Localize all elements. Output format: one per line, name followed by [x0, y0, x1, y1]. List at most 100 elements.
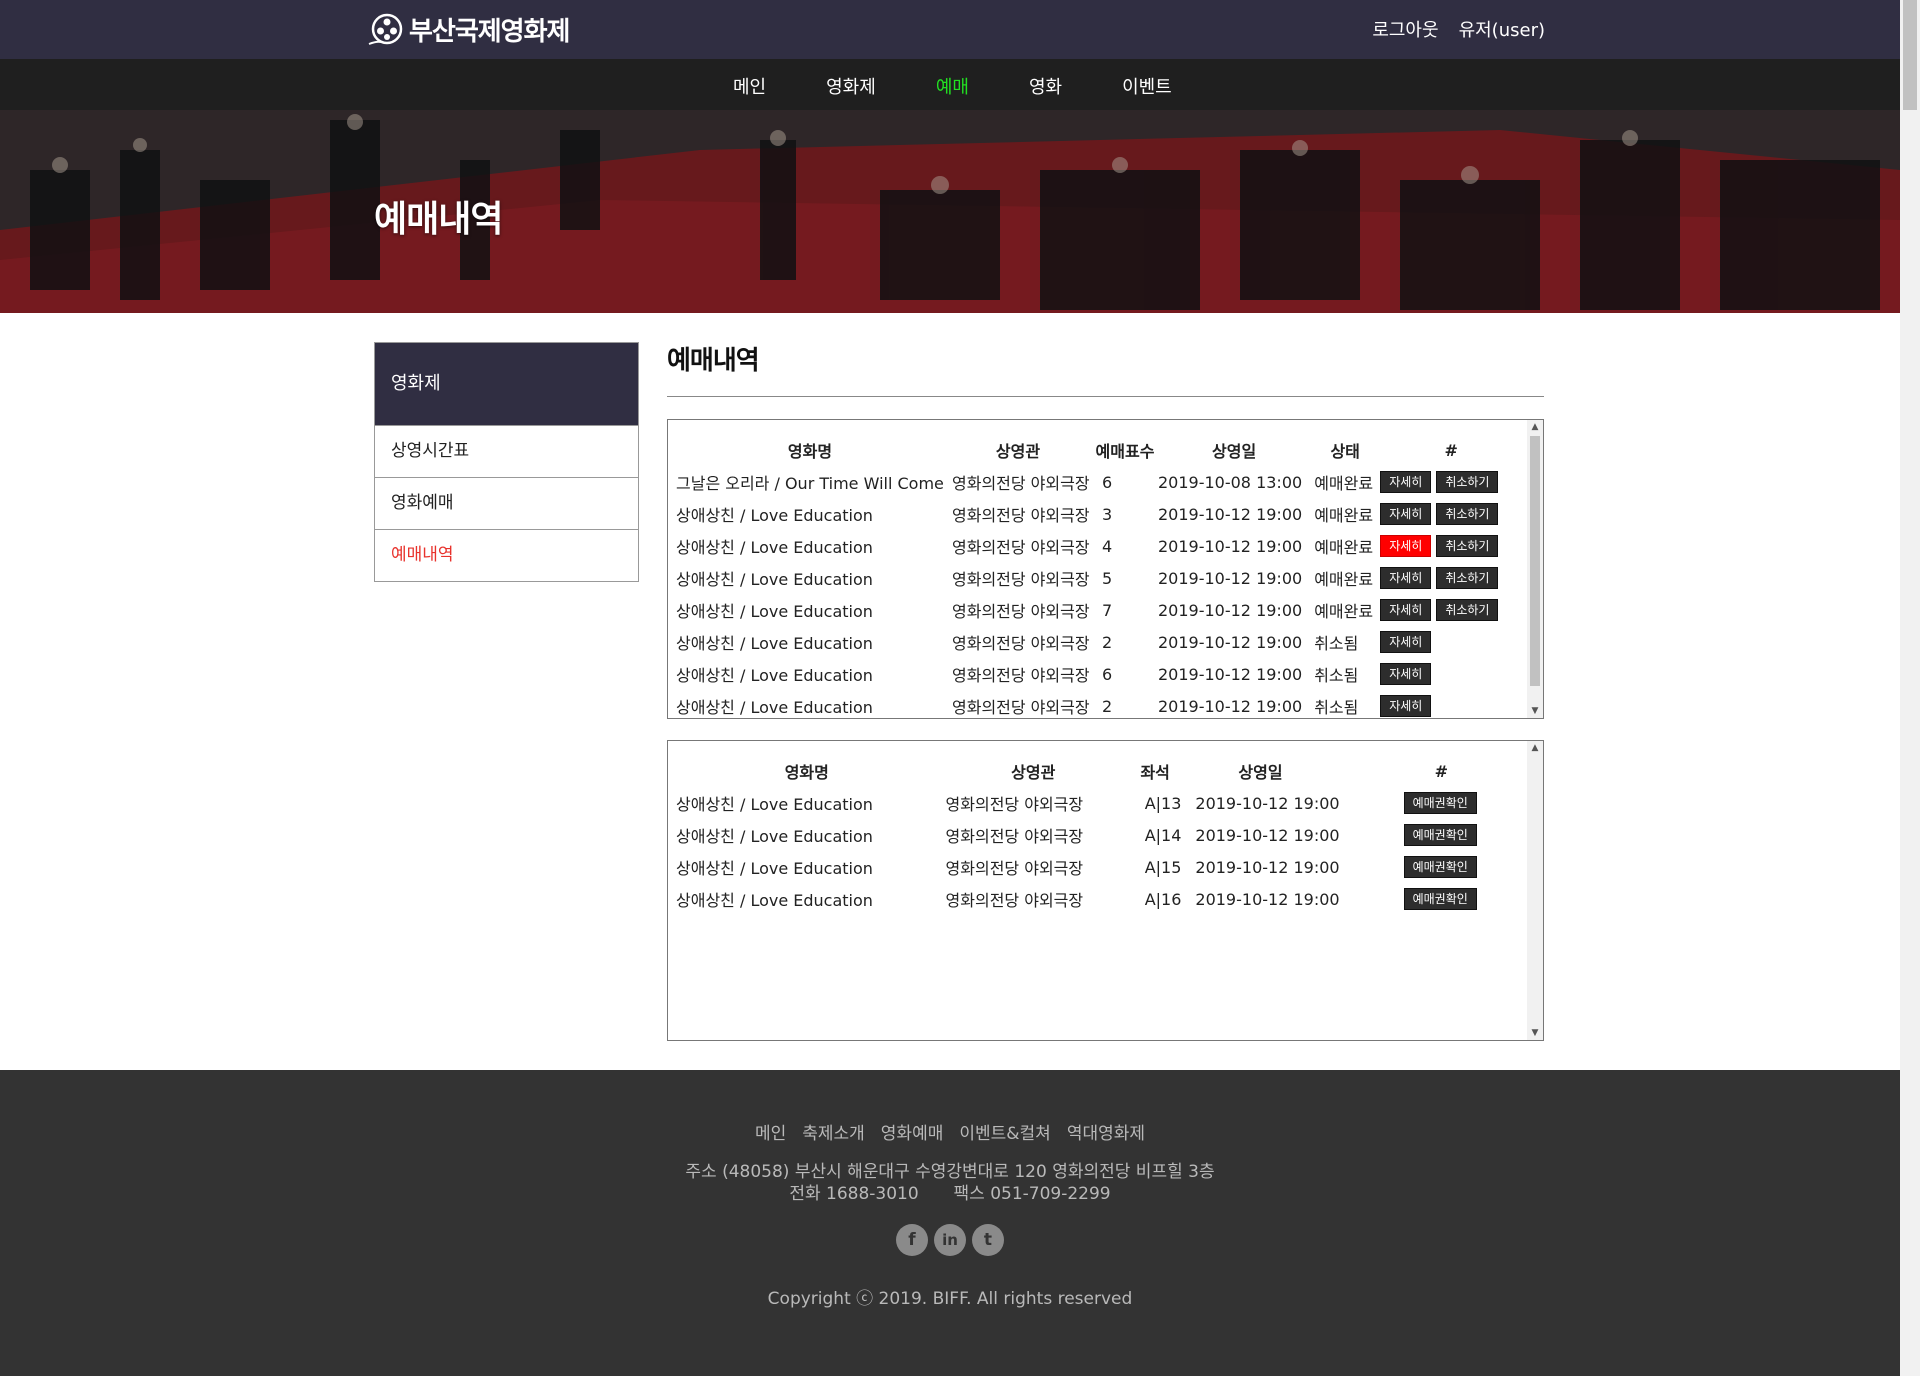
cell-movie: 상애상친 / Love Education — [676, 698, 873, 717]
footer-fax: 팩스 051-709-2299 — [953, 1184, 1111, 1204]
cell-movie: 상애상친 / Love Education — [676, 795, 873, 814]
reservations-scrollbar-thumb[interactable] — [1530, 436, 1540, 686]
twitter-icon[interactable]: t — [972, 1224, 1004, 1256]
window-scrollbar-thumb[interactable] — [1903, 0, 1917, 110]
cancel-button[interactable]: 취소하기 — [1436, 503, 1499, 525]
user-link[interactable]: 유저(user) — [1459, 16, 1545, 42]
facebook-icon[interactable]: f — [896, 1224, 928, 1256]
window-scrollbar[interactable] — [1900, 0, 1920, 1376]
cell-date: 2019-10-12 19:00 — [1158, 632, 1303, 652]
cell-seat: A|14 — [1144, 825, 1182, 845]
main-nav: 메인 영화제 예매 영화 이벤트 — [0, 59, 1900, 110]
cell-actions: 자세히 — [1380, 658, 1522, 690]
detail-button[interactable]: 자세히 — [1380, 567, 1432, 589]
cell-theater: 영화의전당 야외극장 — [952, 570, 1090, 589]
cell-status: 취소됨 — [1314, 698, 1359, 717]
logout-link[interactable]: 로그아웃 — [1372, 16, 1438, 42]
cell-count: 3 — [1102, 504, 1113, 524]
reservations-scrollbar[interactable]: ▲ ▼ — [1527, 420, 1543, 718]
scroll-down-arrow-icon[interactable]: ▼ — [1527, 704, 1543, 718]
site-footer: 메인 축제소개 영화예매 이벤트&컬쳐 역대영화제 주소 (48058) 부산시… — [0, 1070, 1900, 1376]
footer-link-main[interactable]: 메인 — [755, 1119, 786, 1144]
scroll-down-arrow-icon[interactable]: ▼ — [1527, 1026, 1543, 1040]
cell-theater: 영화의전당 야외극장 — [952, 666, 1090, 685]
cancel-button[interactable]: 취소하기 — [1436, 599, 1499, 621]
reservations-panel: 영화명 상영관 예매표수 상영일 상태 # 그날은 오리라 / Our Time… — [667, 419, 1544, 719]
cell-actions: 자세히 취소하기 — [1380, 594, 1522, 626]
cell-count: 6 — [1102, 664, 1113, 684]
col-header-movie: 영화명 — [784, 763, 829, 782]
footer-link-events[interactable]: 이벤트&컬쳐 — [959, 1119, 1050, 1144]
cell-status: 예매완료 — [1314, 506, 1374, 525]
table-row: 상애상친 / Love Education 영화의전당 야외극장 2 2019-10-… — [676, 690, 1522, 718]
cell-theater: 영화의전당 야외극장 — [952, 634, 1090, 653]
cell-theater: 영화의전당 야외극장 — [945, 795, 1084, 814]
table-row: 상애상친 / Love Education 영화의전당 야외극장 2 2019-10-… — [676, 626, 1522, 658]
cell-theater: 영화의전당 야외극장 — [945, 827, 1084, 846]
cell-actions: 예매권확인 — [1340, 851, 1543, 883]
detail-button[interactable]: 자세히 — [1380, 631, 1432, 653]
cell-theater: 영화의전당 야외극장 — [952, 602, 1090, 621]
film-reel-icon — [368, 13, 403, 45]
table-row: 상애상친 / Love Education 영화의전당 야외극장 3 2019-10-… — [676, 498, 1522, 530]
cell-actions: 자세히 — [1380, 626, 1522, 658]
cell-count: 2 — [1102, 696, 1113, 716]
cell-status: 예매완료 — [1314, 538, 1374, 557]
table-row: 그날은 오리라 / Our Time Will Come 영화의전당 야외극장 6 2… — [676, 466, 1522, 498]
detail-button[interactable]: 자세히 — [1380, 663, 1432, 685]
sidebar-item-history[interactable]: 예매내역 — [375, 529, 638, 581]
nav-item-main[interactable]: 메인 — [733, 73, 766, 99]
ticket-check-button[interactable]: 예매권확인 — [1403, 792, 1477, 814]
sidebar-item-booking[interactable]: 영화예매 — [375, 477, 638, 529]
ticket-check-button[interactable]: 예매권확인 — [1403, 824, 1477, 846]
cell-date: 2019-10-12 19:00 — [1158, 696, 1303, 716]
col-header-date: 상영일 — [1238, 763, 1283, 782]
cell-movie: 상애상친 / Love Education — [676, 827, 873, 846]
tickets-table: 영화명 상영관 좌석 상영일 # 상애상친 / Love Education 영화… — [676, 755, 1543, 915]
scroll-up-arrow-icon[interactable]: ▲ — [1527, 420, 1543, 434]
detail-button[interactable]: 자세히 — [1380, 471, 1432, 493]
footer-link-about[interactable]: 축제소개 — [802, 1119, 865, 1144]
cell-actions: 자세히 취소하기 — [1380, 530, 1522, 562]
detail-button[interactable]: 자세히 — [1380, 503, 1432, 525]
cell-movie: 상애상친 / Love Education — [676, 538, 873, 557]
cancel-button[interactable]: 취소하기 — [1436, 535, 1499, 557]
cell-status: 취소됨 — [1314, 666, 1359, 685]
table-row: 상애상친 / Love Education 영화의전당 야외극장 7 2019-10-… — [676, 594, 1522, 626]
sidebar-item-schedule[interactable]: 상영시간표 — [375, 425, 638, 477]
table-row: 상애상친 / Love Education 영화의전당 야외극장 A|16 2019-… — [676, 883, 1543, 915]
detail-button[interactable]: 자세히 — [1380, 599, 1432, 621]
scroll-up-arrow-icon[interactable]: ▲ — [1527, 741, 1543, 755]
cell-movie: 상애상친 / Love Education — [676, 891, 873, 910]
cell-seat: A|16 — [1144, 889, 1182, 909]
tickets-scrollbar[interactable]: ▲ ▼ — [1527, 741, 1543, 1040]
ticket-check-button[interactable]: 예매권확인 — [1403, 888, 1477, 910]
detail-button[interactable]: 자세히 — [1380, 695, 1432, 717]
linkedin-icon[interactable]: in — [934, 1224, 966, 1256]
detail-button[interactable]: 자세히 — [1380, 535, 1432, 557]
tickets-panel: 영화명 상영관 좌석 상영일 # 상애상친 / Love Education 영화… — [667, 740, 1544, 1041]
cell-theater: 영화의전당 야외극장 — [945, 891, 1084, 910]
cell-theater: 영화의전당 야외극장 — [952, 474, 1090, 493]
cell-date: 2019-10-08 13:00 — [1158, 472, 1303, 492]
cell-movie: 상애상친 / Love Education — [676, 666, 873, 685]
col-header-theater: 상영관 — [995, 442, 1041, 461]
cell-actions: 예매권확인 — [1340, 883, 1543, 915]
site-logo[interactable]: 부산국제영화제 — [367, 8, 570, 50]
footer-link-archive[interactable]: 역대영화제 — [1067, 1119, 1145, 1144]
nav-item-events[interactable]: 이벤트 — [1122, 73, 1172, 99]
social-links: f in t — [0, 1224, 1900, 1256]
cell-actions: 자세히 — [1380, 690, 1522, 718]
nav-item-movies[interactable]: 영화 — [1029, 73, 1062, 99]
cancel-button[interactable]: 취소하기 — [1436, 567, 1499, 589]
ticket-check-button[interactable]: 예매권확인 — [1403, 856, 1477, 878]
cancel-button[interactable]: 취소하기 — [1436, 471, 1499, 493]
page-title: 예매내역 — [667, 346, 760, 376]
nav-item-reservation[interactable]: 예매 — [936, 73, 969, 99]
nav-item-festival[interactable]: 영화제 — [826, 73, 876, 99]
cell-actions: 자세히 취소하기 — [1380, 466, 1522, 498]
cell-movie: 상애상친 / Love Education — [676, 506, 873, 525]
hero-title: 예매내역 — [374, 199, 503, 240]
footer-link-booking[interactable]: 영화예매 — [881, 1119, 944, 1144]
cell-theater: 영화의전당 야외극장 — [945, 859, 1084, 878]
